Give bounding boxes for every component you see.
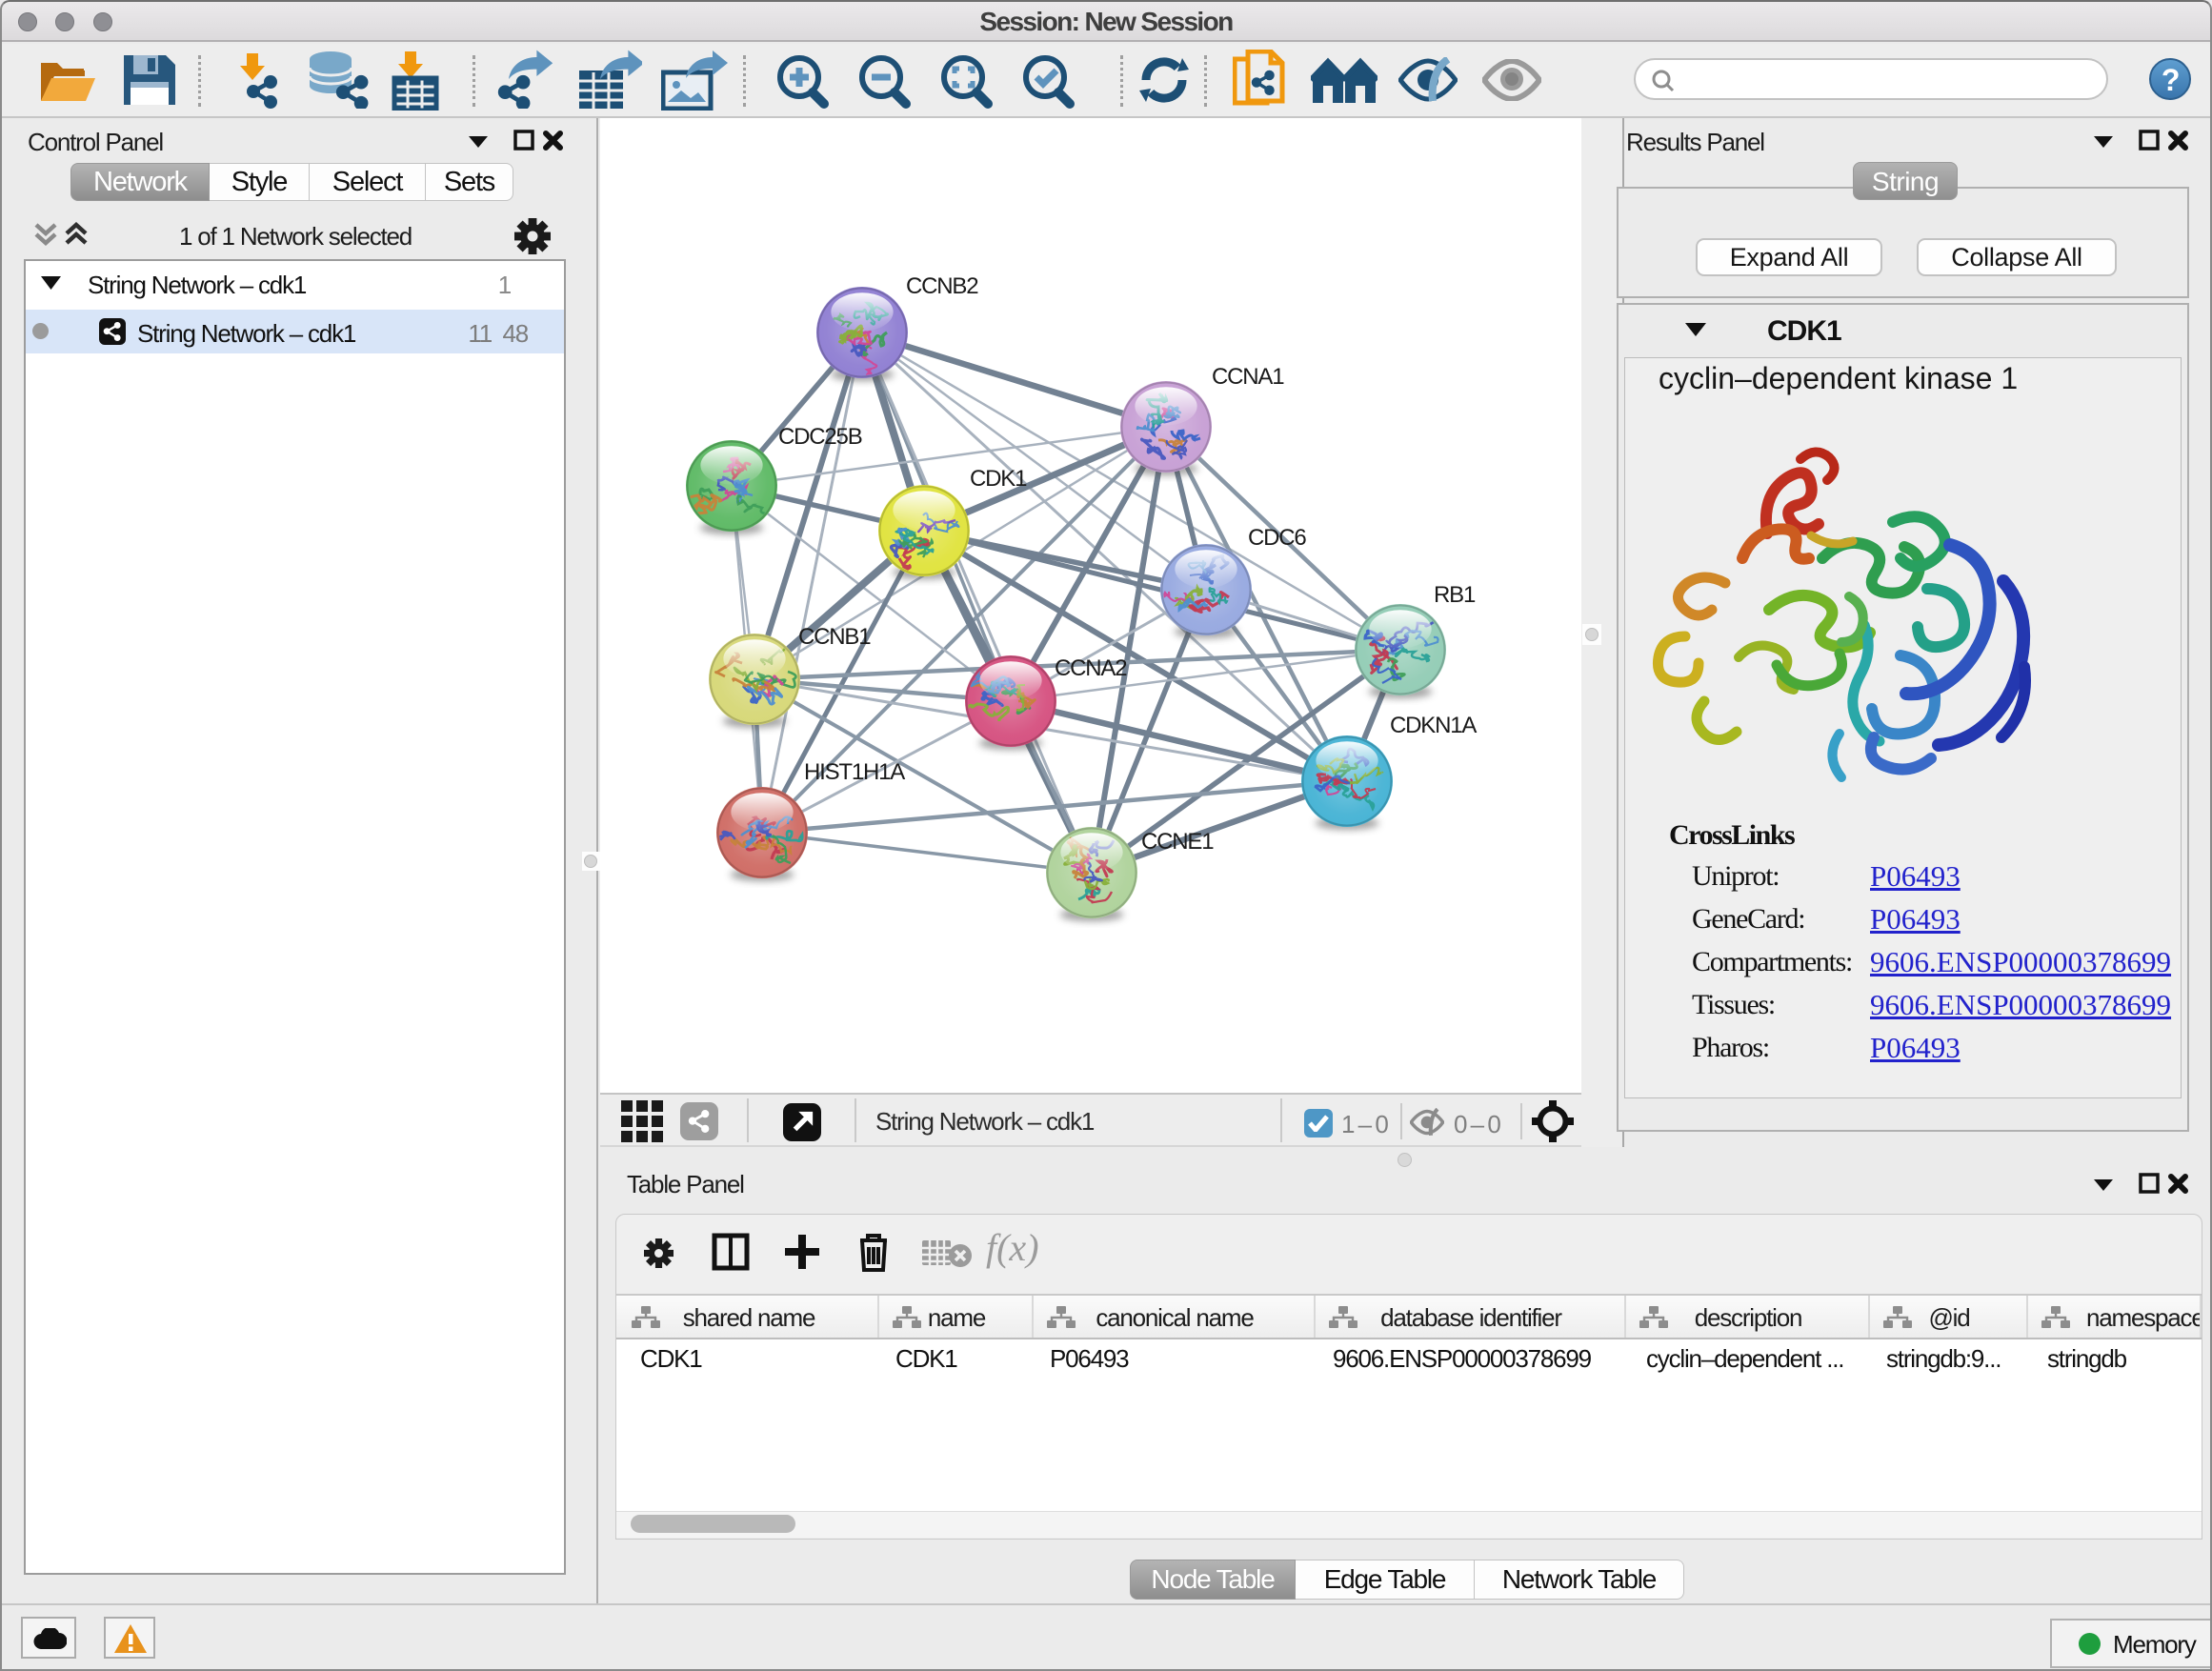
svg-text:CDC25B: CDC25B [778, 424, 862, 450]
svg-text:CCNB1: CCNB1 [798, 624, 871, 650]
svg-text:CCNE1: CCNE1 [1141, 829, 1214, 855]
svg-text:CCNA1: CCNA1 [1212, 364, 1284, 390]
svg-text:CDK1: CDK1 [970, 466, 1027, 492]
svg-text:HIST1H1A: HIST1H1A [804, 759, 905, 785]
svg-text:CCNB2: CCNB2 [906, 273, 978, 299]
svg-text:RB1: RB1 [1434, 582, 1476, 608]
svg-text:CCNA2: CCNA2 [1055, 655, 1127, 681]
svg-text:CDKN1A: CDKN1A [1390, 713, 1477, 738]
svg-text:CDC6: CDC6 [1248, 525, 1306, 551]
